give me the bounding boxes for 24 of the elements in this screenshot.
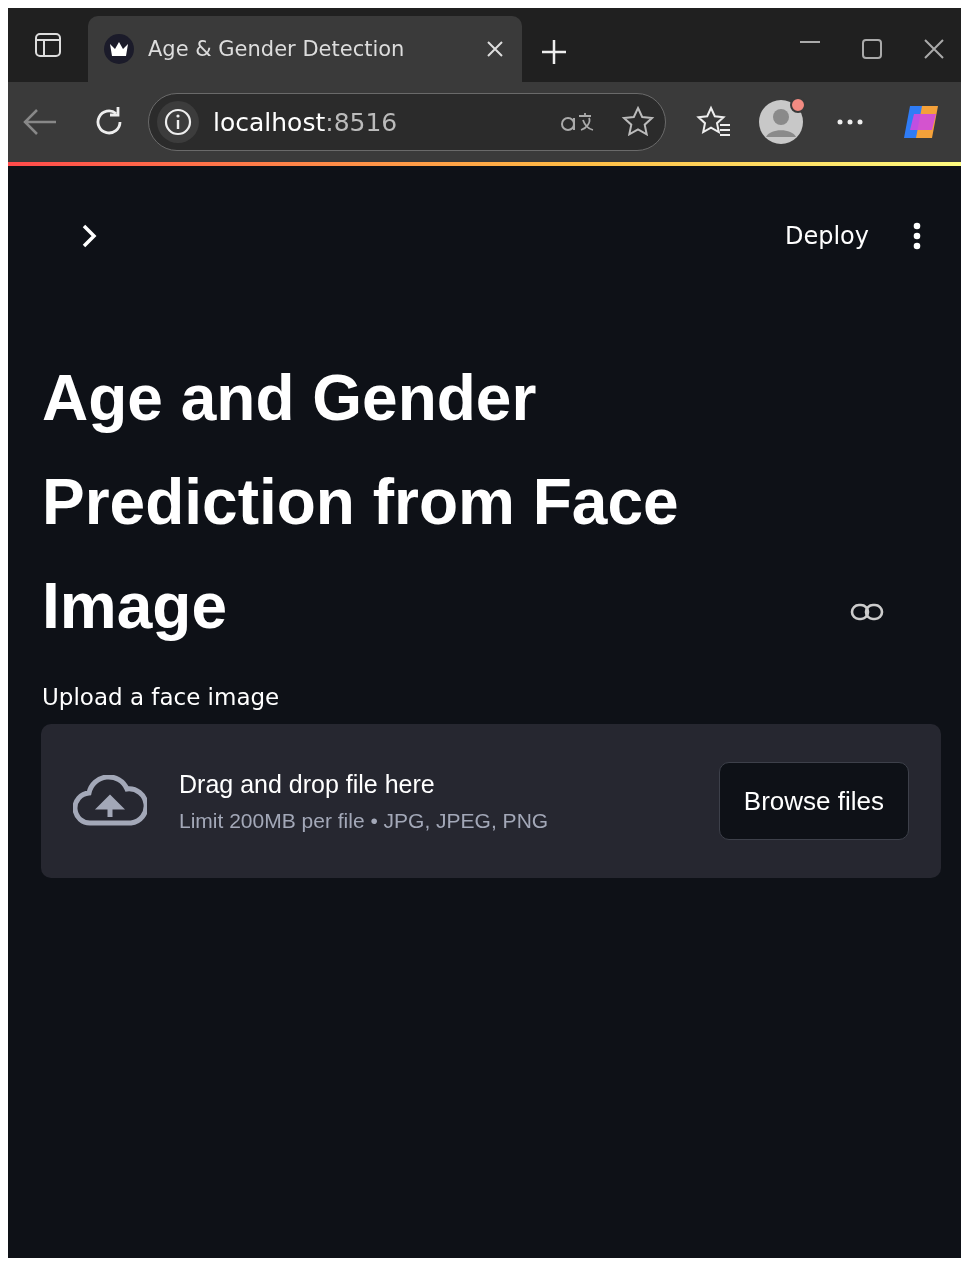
deploy-button[interactable]: Deploy	[774, 214, 879, 258]
new-tab-icon[interactable]	[540, 38, 568, 66]
menu-icon[interactable]	[913, 222, 921, 250]
profile-avatar[interactable]	[758, 99, 804, 145]
more-icon[interactable]	[836, 118, 864, 126]
uploader-label: Upload a face image	[42, 684, 281, 710]
file-limit-text: Limit 200MB per file • JPG, JPEG, PNG	[179, 808, 550, 833]
close-tab-icon[interactable]	[486, 40, 504, 58]
crown-icon	[104, 34, 134, 64]
browse-files-button[interactable]: Browse files	[718, 762, 909, 840]
link-icon[interactable]	[850, 602, 884, 622]
favorites-icon[interactable]	[696, 105, 732, 139]
maximize-icon[interactable]	[861, 38, 883, 60]
close-icon[interactable]	[923, 38, 945, 60]
page-title: Age and Gender Prediction from Face Image	[42, 361, 680, 644]
browser-tab[interactable]: Age & Gender Detection	[88, 16, 522, 82]
site-info-icon[interactable]	[157, 101, 199, 143]
sidebar-icon[interactable]	[34, 31, 62, 59]
star-icon[interactable]	[621, 105, 655, 139]
back-arrow-icon[interactable]	[22, 107, 58, 137]
cloud-upload-icon	[73, 775, 147, 827]
drop-instruction: Drag and drop file here	[179, 769, 436, 799]
file-drop-zone[interactable]: Drag and drop file here Limit 200MB per file • JPG, JPEG, PNG Browse files	[41, 724, 941, 878]
expand-sidebar-icon[interactable]	[80, 223, 98, 249]
